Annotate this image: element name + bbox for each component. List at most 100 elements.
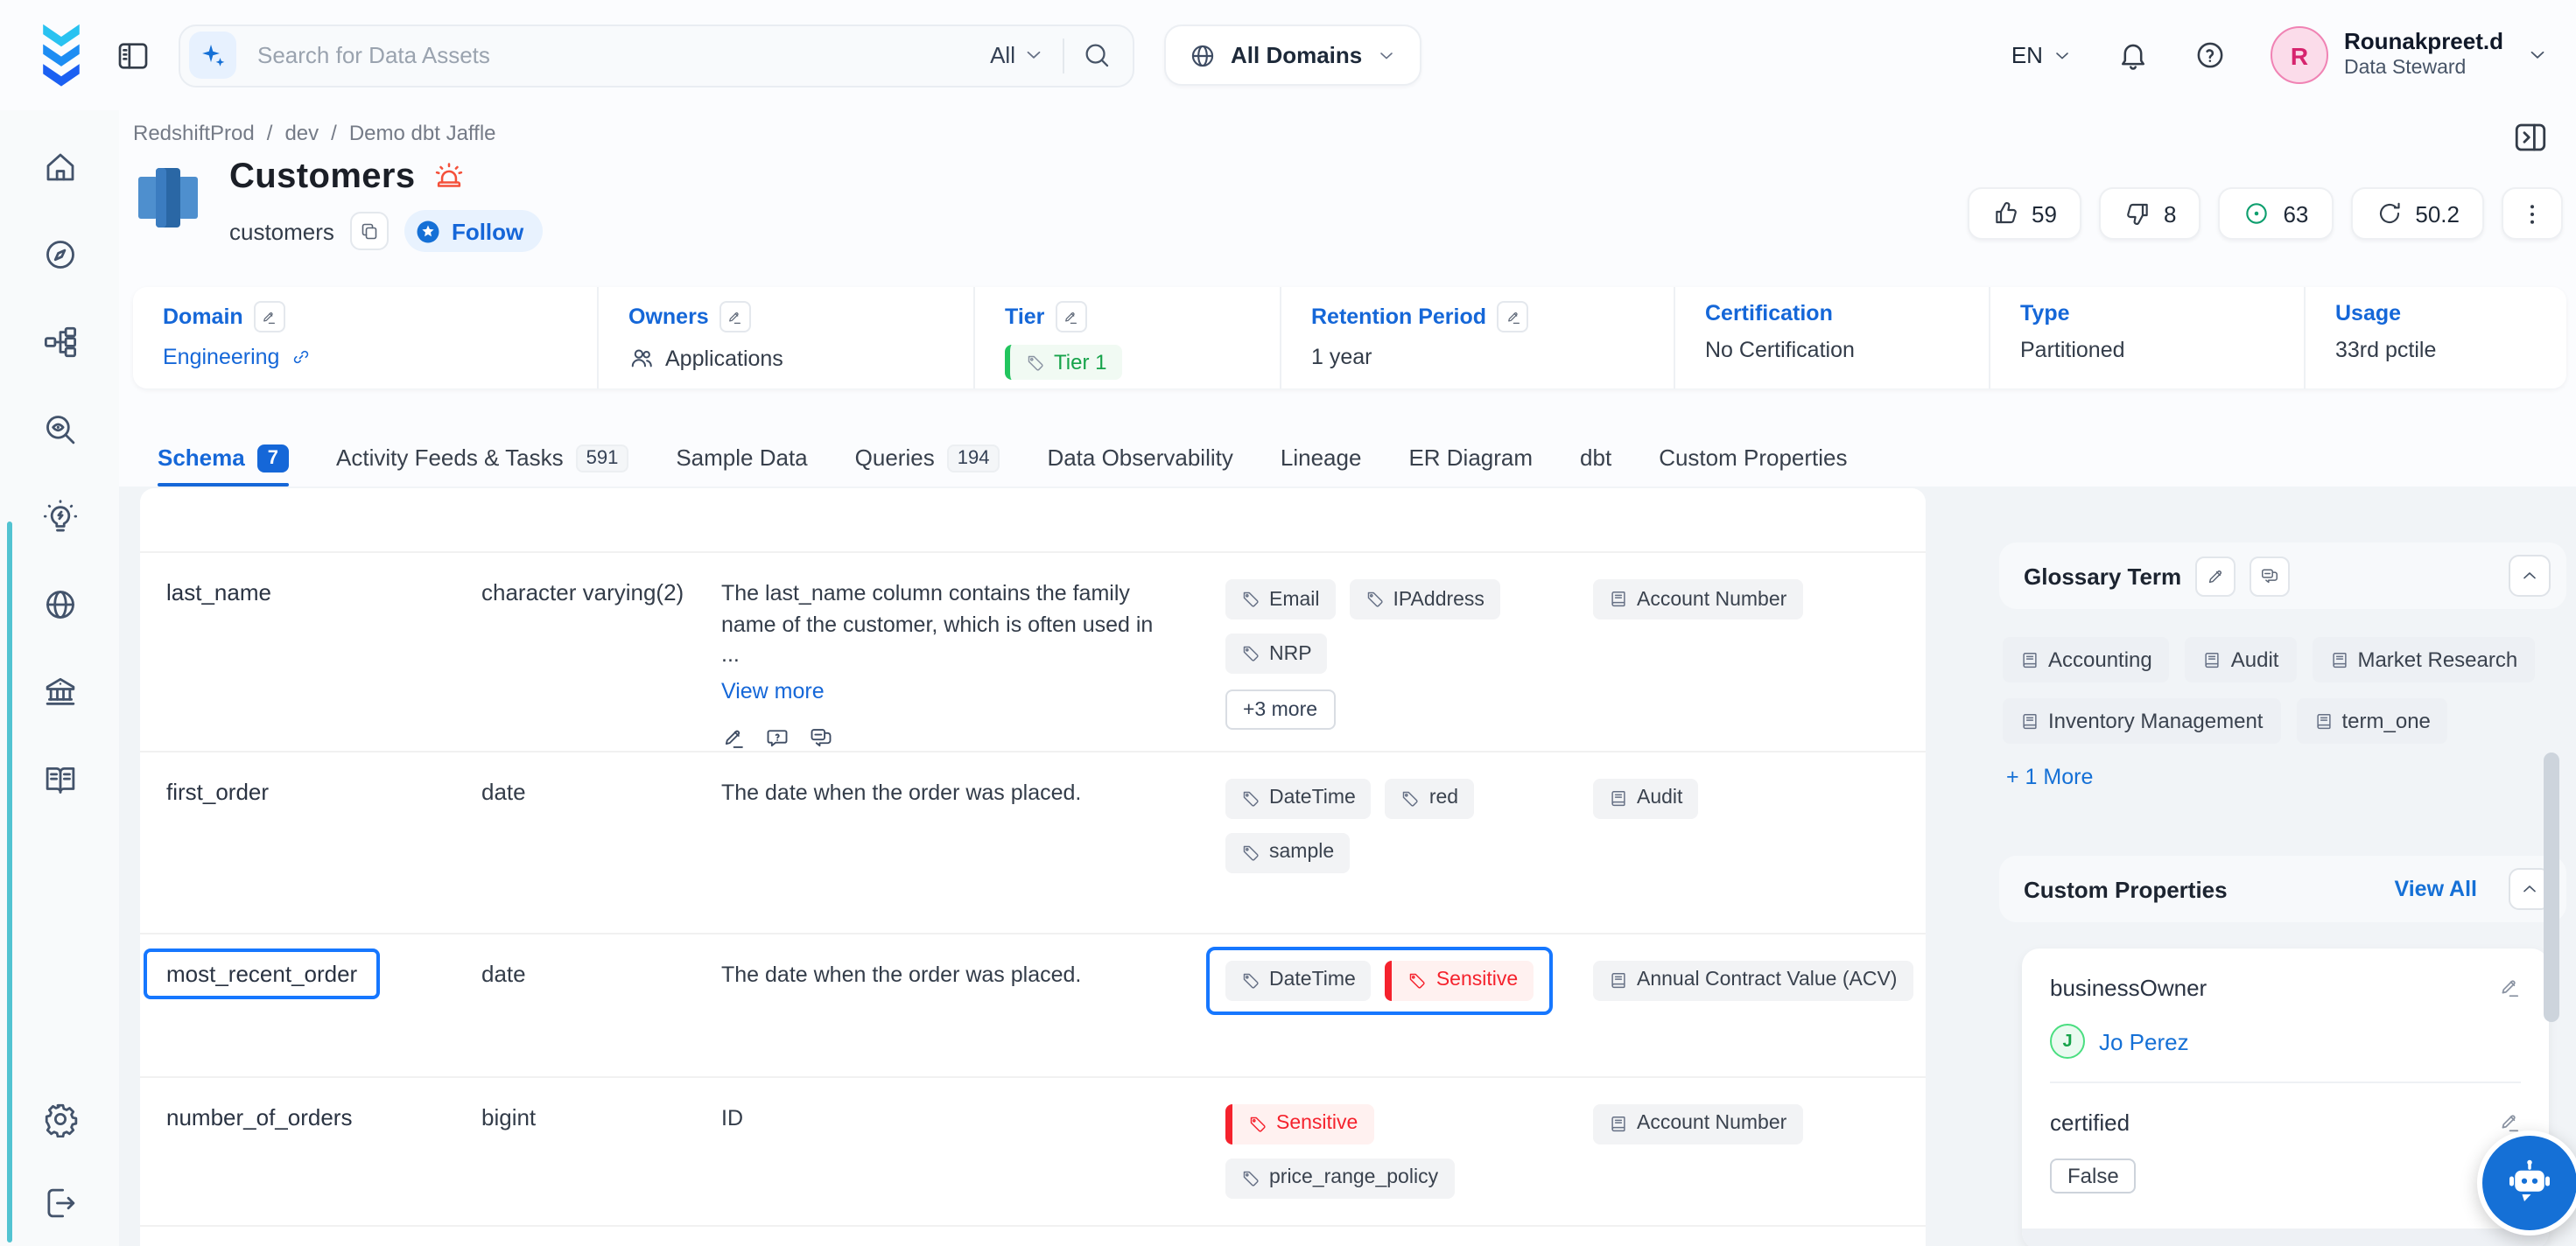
upvote-button[interactable]: 59 [1967,187,2081,240]
language-dropdown[interactable]: EN [2011,42,2073,68]
user-link[interactable]: Jo Perez [2099,1028,2189,1054]
glossary-term-chip[interactable]: Account Number [1593,579,1802,620]
governance-icon[interactable] [41,674,78,710]
search-scope-dropdown[interactable]: All [990,42,1045,68]
search-icon[interactable] [1082,40,1112,70]
edit-icon[interactable] [719,301,751,332]
tab-lineage[interactable]: Lineage [1281,429,1362,486]
settings-icon[interactable] [41,1101,78,1138]
edit-icon[interactable] [1055,301,1086,332]
breadcrumb-item[interactable]: RedshiftProd [133,121,255,145]
user-menu[interactable]: R Rounakpreet.d Data Steward [2271,26,2549,84]
redshift-table-icon [133,163,203,233]
downvote-button[interactable]: 8 [2099,187,2200,240]
views-button[interactable]: 63 [2218,187,2333,240]
globe-icon [1189,41,1217,69]
edit-icon[interactable] [254,301,285,332]
glossary-term-label: Market Research [2357,648,2517,672]
lineage-icon[interactable] [41,324,78,360]
glossary-term-chip[interactable]: term_one [2297,698,2448,744]
glossary-term-chip[interactable]: Inventory Management [2003,698,2281,744]
tag-chip[interactable]: red [1386,778,1474,818]
help-icon[interactable] [2193,38,2227,72]
edit-icon[interactable] [1497,301,1528,332]
tab-custom-properties[interactable]: Custom Properties [1659,429,1847,486]
page-scrollbar[interactable] [2544,752,2559,1022]
tag-chip[interactable]: price_range_policy [1225,1158,1454,1198]
book-icon [2020,650,2039,669]
logout-icon[interactable] [41,1185,78,1222]
glossary-term-chip[interactable]: Account Number [1593,1103,1802,1144]
insights-icon[interactable] [41,499,78,536]
tag-chip[interactable]: DateTime [1225,778,1372,818]
glossary-term-chip[interactable]: Accounting [2003,637,2170,682]
column-name[interactable]: most_recent_order [144,948,380,998]
copy-icon[interactable] [350,212,389,250]
request-description-icon[interactable] [765,725,790,750]
all-domains-button[interactable]: All Domains [1164,24,1421,86]
breadcrumb-item[interactable]: Demo dbt Jaffle [349,121,496,145]
tag-chip[interactable]: Email [1225,579,1336,620]
column-name[interactable]: last_name [166,579,271,606]
tag-chip[interactable]: NRP [1225,634,1328,674]
tab-activity-feeds-tasks[interactable]: Activity Feeds & Tasks591 [336,429,628,486]
glossary-icon[interactable] [41,761,78,798]
edit-icon[interactable] [2195,556,2236,596]
right-panel-toggle-icon[interactable] [2512,119,2549,156]
app-logo-icon[interactable] [32,20,91,90]
global-search[interactable]: All [179,24,1134,87]
alert-siren-icon[interactable] [433,161,467,194]
domains-icon[interactable] [41,586,78,623]
tag-chip[interactable]: sample [1225,832,1350,872]
tag-chip[interactable]: Sensitive [1386,960,1534,1000]
ai-sparkle-icon[interactable] [189,32,236,79]
tag-chip[interactable]: IPAddress [1350,579,1500,620]
sidebar-toggle-icon[interactable] [116,38,151,73]
view-all-link[interactable]: View All [2395,877,2478,901]
more-tags-chip[interactable]: +3 more [1225,690,1335,730]
glossary-term-chip[interactable]: Audit [2186,637,2297,682]
tag-chip[interactable]: Sensitive [1225,1103,1373,1144]
tab-schema[interactable]: Schema7 [158,429,289,486]
explore-icon[interactable] [41,236,78,273]
tab-queries[interactable]: Queries194 [855,429,1000,486]
observability-icon[interactable] [41,411,78,448]
chevron-down-icon [1376,45,1397,66]
book-icon [1609,970,1628,990]
collapse-icon[interactable] [2509,555,2551,597]
column-name[interactable]: first_order [166,778,269,804]
comment-icon[interactable] [2250,556,2290,596]
glossary-term-chip[interactable]: Audit [1593,778,1698,818]
edit-icon[interactable] [2498,1111,2521,1134]
tab-sample-data[interactable]: Sample Data [676,429,807,486]
view-more-link[interactable]: View more [721,678,825,703]
more-actions-button[interactable] [2502,187,2563,240]
score-value: 50.2 [2415,200,2460,227]
score-button[interactable]: 50.2 [2350,187,2484,240]
tags-group: Sensitive price_range_policy [1225,1103,1558,1198]
breadcrumb-item[interactable]: dev [284,121,319,145]
home-icon[interactable] [41,149,78,186]
tab-er-diagram[interactable]: ER Diagram [1408,429,1533,486]
tag-icon [1241,843,1260,862]
follow-button[interactable]: Follow [404,210,543,252]
meta-value: 33rd pctile [2335,338,2556,362]
tier-chip[interactable]: Tier 1 [1005,345,1122,380]
chat-bot-button[interactable] [2477,1130,2576,1236]
tag-chip[interactable]: DateTime [1225,960,1372,1000]
glossary-more-link[interactable]: + 1 More [2006,765,2093,789]
meta-label: Retention Period [1311,301,1663,332]
glossary-term-chip[interactable]: Market Research [2312,637,2535,682]
notifications-bell-icon[interactable] [2116,38,2150,72]
tab-data-observability[interactable]: Data Observability [1047,429,1232,486]
edit-icon[interactable] [2498,976,2521,999]
edit-icon[interactable] [721,725,746,750]
user-avatar[interactable]: R [2271,26,2328,84]
tab-label: Schema [158,444,245,471]
glossary-term-chip[interactable]: Annual Contract Value (ACV) [1593,960,1913,1000]
meta-value-link[interactable]: Engineering [163,345,586,369]
search-input[interactable] [254,40,990,70]
tab-dbt[interactable]: dbt [1580,429,1611,486]
column-name[interactable]: number_of_orders [166,1103,352,1130]
conversation-icon[interactable] [809,725,833,750]
